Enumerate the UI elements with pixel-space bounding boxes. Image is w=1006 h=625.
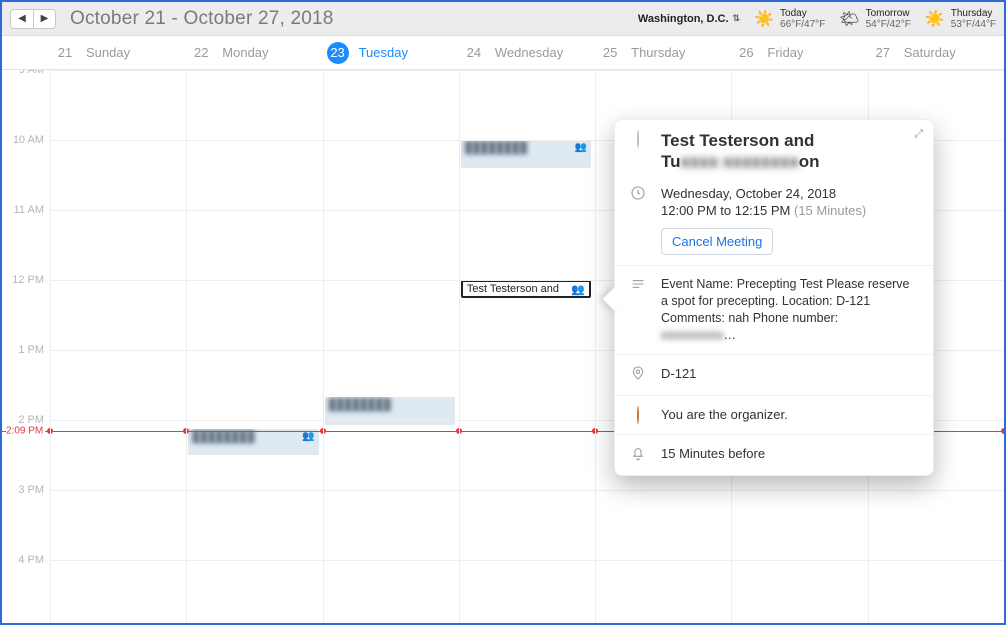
weather-label: Tomorrow (866, 8, 910, 19)
next-week-button[interactable]: ▶ (33, 10, 55, 28)
expand-icon[interactable]: ⤢ (914, 128, 923, 141)
partly-cloudy-icon: 🌤 (839, 9, 859, 29)
bell-icon (629, 445, 647, 465)
day-header-cell[interactable]: 23Tuesday (323, 36, 459, 69)
time-label: 1 PM (18, 344, 44, 356)
day-header-cell[interactable]: 25Thursday (595, 36, 731, 69)
popover-description: Event Name: Precepting Test Please reser… (661, 276, 915, 344)
cancel-meeting-button[interactable]: Cancel Meeting (661, 228, 773, 256)
description-icon (629, 276, 647, 344)
event-popover: ⤢ Test Testerson and Tuxxxx xxxxxxxxon W… (614, 119, 934, 476)
weather-today[interactable]: ☀️ Today66°F/47°F (754, 8, 825, 30)
sun-icon: ☀️ (754, 9, 774, 29)
weather-temps: 54°F/42°F (866, 19, 911, 30)
weather-label: Today (780, 8, 807, 19)
week-nav-arrows: ◀ ▶ (10, 9, 56, 29)
day-header-cell[interactable]: 24Wednesday (459, 36, 595, 69)
day-header-cell[interactable]: 21Sunday (50, 36, 186, 69)
popover-date: Wednesday, October 24, 2018 (661, 185, 915, 203)
time-label: 12 PM (12, 274, 44, 286)
weather-bar: Washington, D.C. ⇅ ☀️ Today66°F/47°F 🌤 T… (638, 2, 996, 35)
weather-tomorrow[interactable]: 🌤 Tomorrow54°F/42°F (839, 8, 911, 30)
time-label: 3 PM (18, 484, 44, 496)
time-label: 4 PM (18, 554, 44, 566)
calendar-event[interactable]: ████████👥 (188, 429, 318, 455)
calendar-event-selected[interactable]: Test Testerson and 👥 (461, 280, 591, 298)
time-gutter: 9 AM10 AM11 AM12 PM1 PM2 PM3 PM4 PM (2, 70, 50, 623)
caret-updown-icon: ⇅ (733, 13, 741, 24)
day-header-cell[interactable]: 27Saturday (868, 36, 1004, 69)
prev-week-button[interactable]: ◀ (11, 10, 33, 28)
popover-organizer: You are the organizer. (661, 406, 915, 424)
time-label: 11 AM (14, 204, 44, 216)
current-time-label: 2:09 PM (6, 425, 45, 436)
time-label: 10 AM (13, 134, 44, 146)
day-header-cell[interactable]: 26Friday (731, 36, 867, 69)
day-header-row: 21Sunday22Monday23Tuesday24Wednesday25Th… (2, 36, 1004, 70)
weather-thursday[interactable]: ☀️ Thursday53°F/44°F (925, 8, 996, 30)
event-title: Test Testerson and (467, 283, 572, 295)
popover-reminder: 15 Minutes before (661, 445, 915, 465)
weather-label: Thursday (951, 8, 993, 19)
calendar-event[interactable]: ████████👥 (461, 140, 591, 168)
sun-icon: ☀️ (925, 9, 945, 29)
popover-location: D-121 (661, 365, 915, 385)
weather-location-picker[interactable]: Washington, D.C. ⇅ (638, 13, 740, 25)
weather-temps: 53°F/44°F (951, 19, 996, 30)
attendees-icon: 👥 (571, 283, 585, 296)
location-label: Washington, D.C. (638, 13, 729, 25)
weather-temps: 66°F/47°F (780, 19, 825, 30)
location-pin-icon (629, 365, 647, 385)
popover-event-title: Test Testerson and Tuxxxx xxxxxxxxon (661, 130, 915, 173)
organizer-avatar (629, 406, 647, 424)
clock-icon (629, 185, 647, 256)
popover-time: 12:00 PM to 12:15 PM (15 Minutes) (661, 202, 915, 220)
date-range-title: October 21 - October 27, 2018 (70, 8, 334, 30)
calendar-color-icon (637, 130, 639, 148)
time-label: 9 AM (19, 70, 44, 76)
calendar-toolbar: ◀ ▶ October 21 - October 27, 2018 Washin… (2, 2, 1004, 36)
day-header-cell[interactable]: 22Monday (186, 36, 322, 69)
